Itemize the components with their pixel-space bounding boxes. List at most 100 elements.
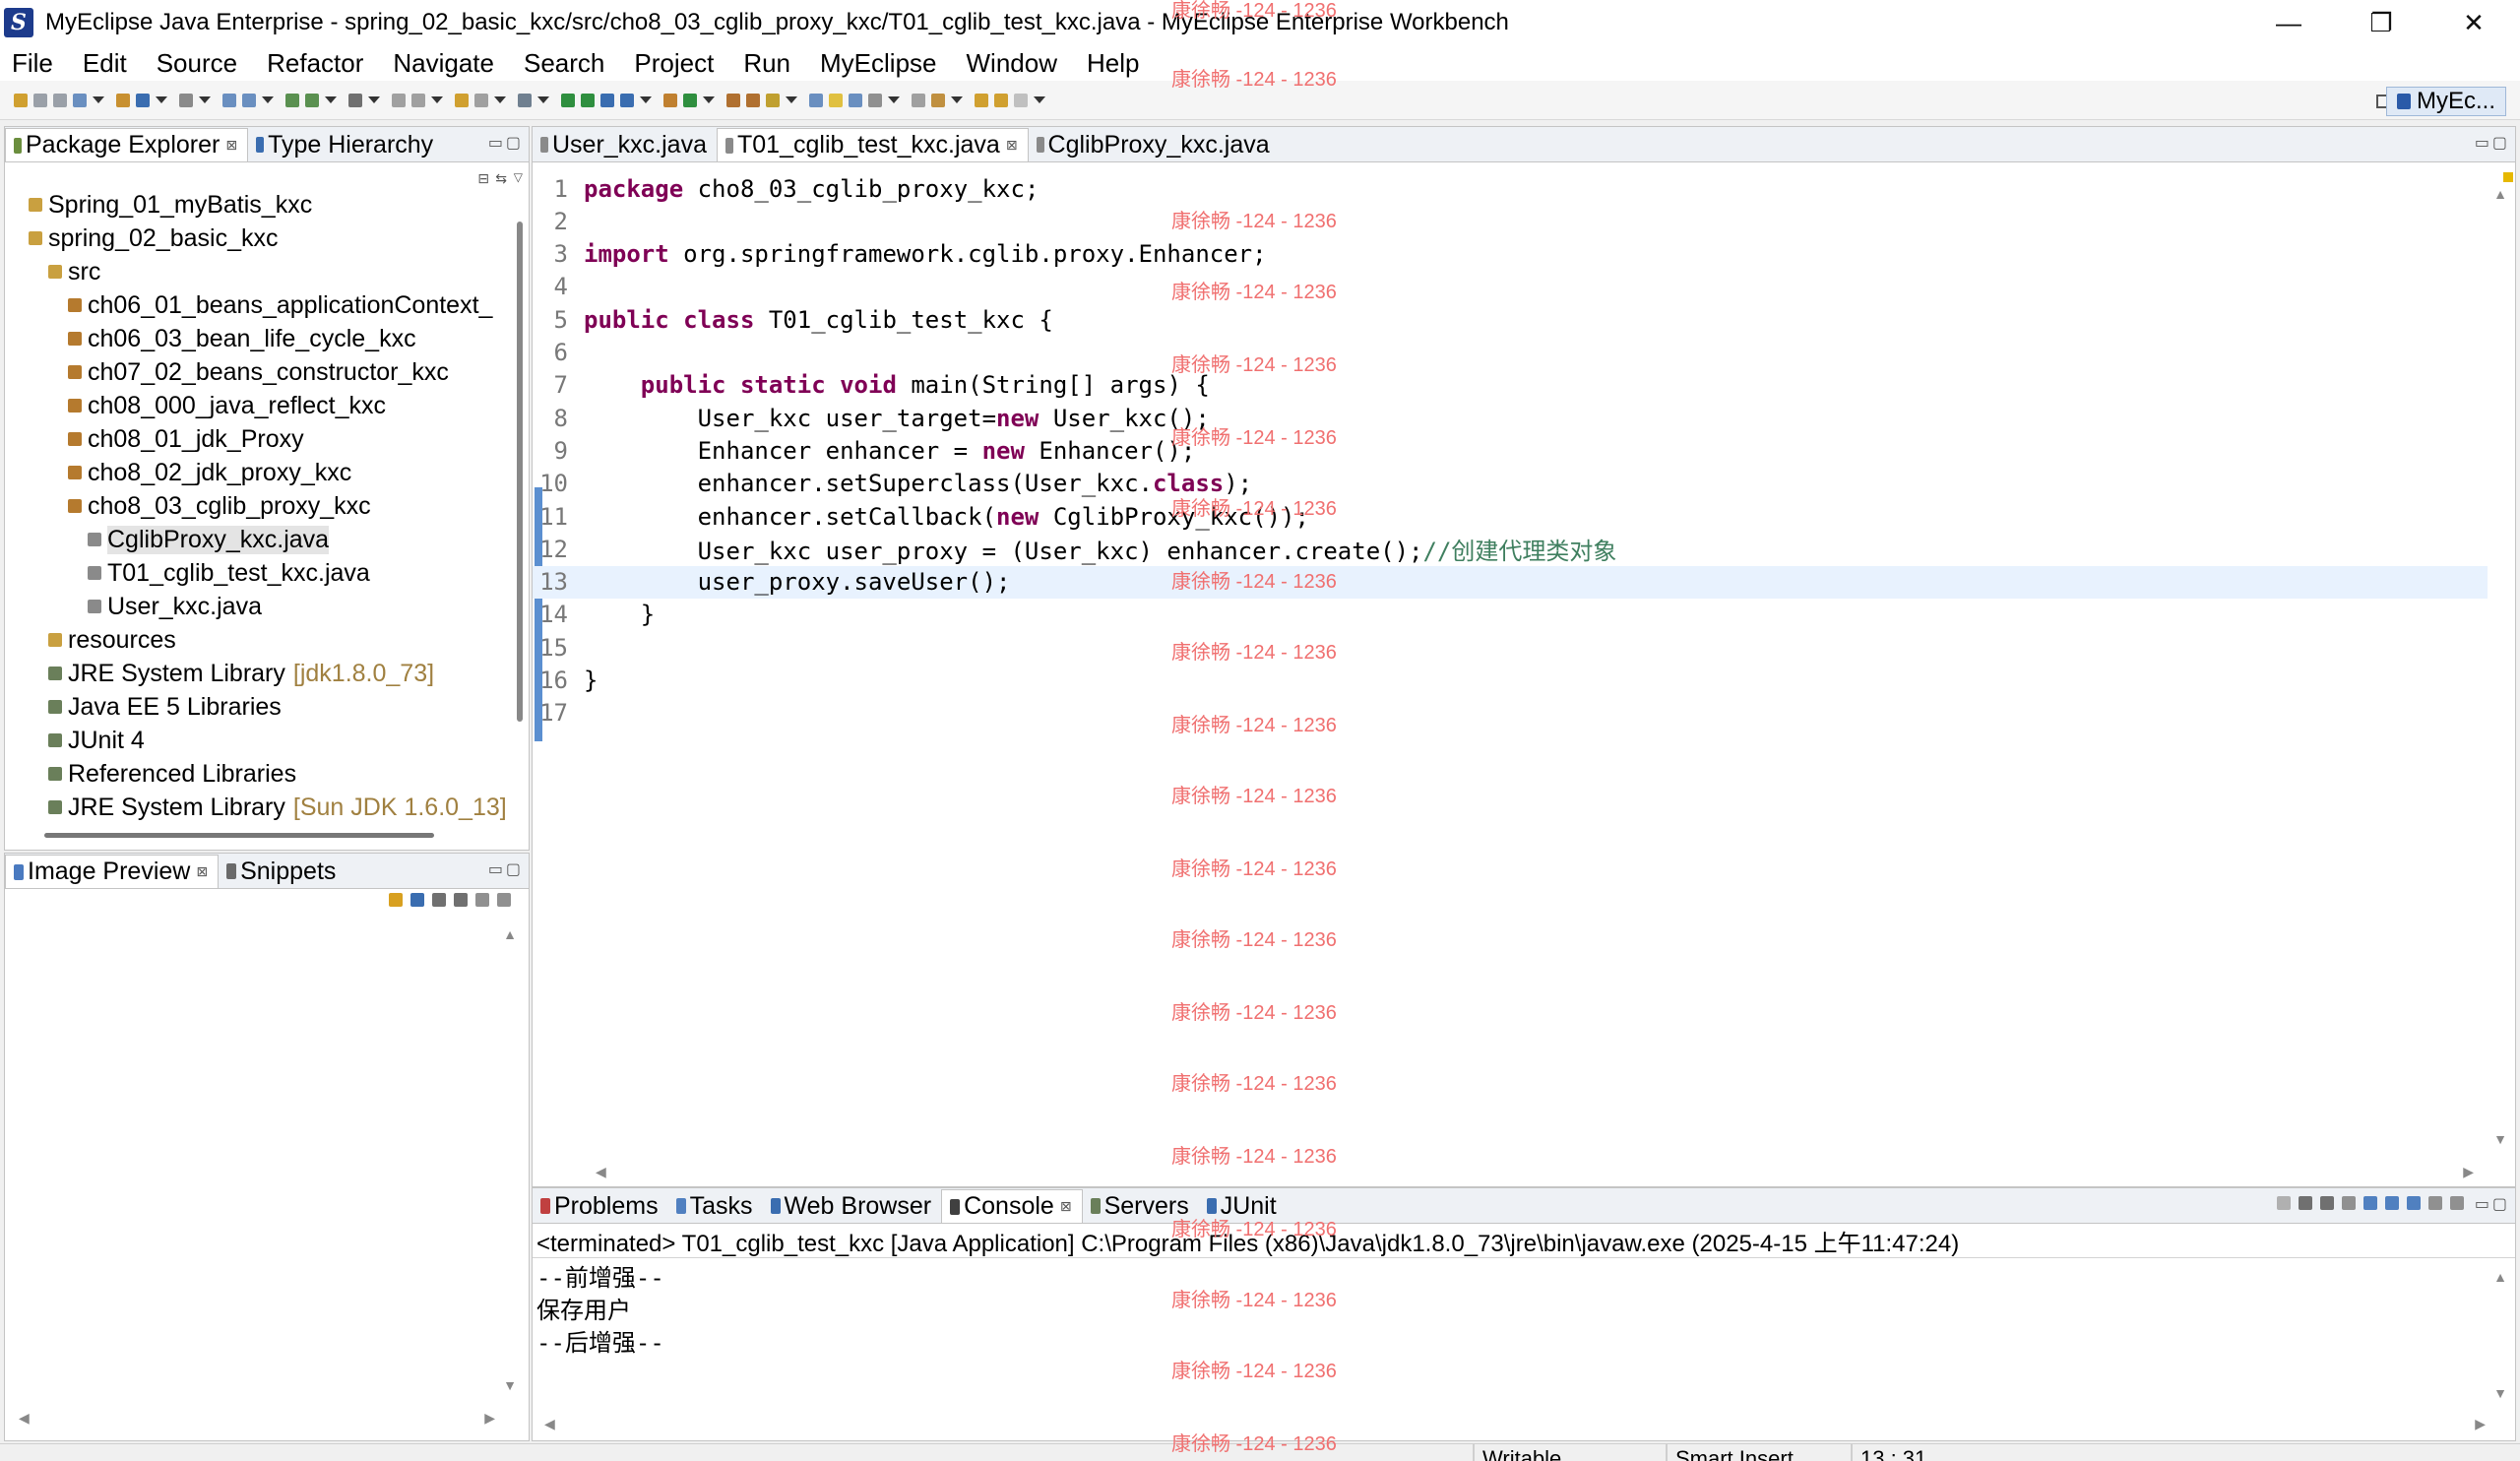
menu-project[interactable]: Project bbox=[634, 48, 714, 79]
tree-vertical-scrollbar[interactable] bbox=[517, 222, 523, 722]
menu-window[interactable]: Window bbox=[967, 48, 1057, 79]
launch-tool-icon[interactable] bbox=[620, 93, 634, 107]
menu-refactor[interactable]: Refactor bbox=[267, 48, 363, 79]
tree-item[interactable]: JRE System Library [jdk1.8.0_73] bbox=[5, 657, 507, 690]
view-menu-icon[interactable]: ▽ bbox=[514, 170, 523, 184]
tab-package-explorer[interactable]: Package Explorer ⊠ bbox=[5, 128, 249, 161]
annotation-tool-icon[interactable] bbox=[766, 93, 780, 107]
debug-tool-icon[interactable] bbox=[222, 93, 236, 107]
deploy-dropdown-icon[interactable] bbox=[537, 96, 549, 103]
forward-dropdown-icon[interactable] bbox=[1034, 96, 1045, 103]
open-type-tool-icon[interactable] bbox=[683, 93, 697, 107]
display-console-icon[interactable] bbox=[2428, 1196, 2442, 1210]
close-button[interactable]: ✕ bbox=[2427, 0, 2520, 45]
tab-tasks[interactable]: Tasks bbox=[668, 1189, 763, 1223]
tab-junit[interactable]: JUnit bbox=[1199, 1189, 1287, 1223]
annotation-dropdown-icon[interactable] bbox=[786, 96, 797, 103]
navigation-tool-icon[interactable] bbox=[809, 93, 823, 107]
server-dropdown-icon[interactable] bbox=[494, 96, 506, 103]
tree-item[interactable]: ch06_01_beans_applicationContext_ bbox=[5, 288, 507, 322]
search-tool-icon[interactable] bbox=[348, 93, 362, 107]
close-tab-icon[interactable]: ⊠ bbox=[1006, 137, 1018, 154]
tree-item[interactable]: src bbox=[5, 255, 507, 288]
new-tool-icon[interactable] bbox=[73, 93, 87, 107]
tree-horizontal-scrollbar[interactable] bbox=[44, 833, 434, 838]
tasks-tool-icon[interactable] bbox=[392, 93, 406, 107]
rotate-icon[interactable] bbox=[497, 893, 511, 907]
scroll-down-arrow-icon[interactable]: ▼ bbox=[503, 1377, 517, 1393]
tree-item[interactable]: cho8_03_cglib_proxy_kxc bbox=[5, 489, 507, 523]
scroll-right-arrow-icon[interactable]: ▶ bbox=[2475, 1416, 2486, 1432]
menu-help[interactable]: Help bbox=[1087, 48, 1139, 79]
deploy-tool-icon[interactable] bbox=[518, 93, 532, 107]
tasks-dropdown-icon[interactable] bbox=[431, 96, 443, 103]
tree-item[interactable]: User_kxc.java bbox=[5, 590, 507, 623]
tree-item[interactable]: Java EE 5 Libraries bbox=[5, 690, 507, 724]
open-console-icon[interactable] bbox=[2450, 1196, 2464, 1210]
menu-run[interactable]: Run bbox=[743, 48, 790, 79]
maximize-view-icon[interactable]: ▢ bbox=[2492, 1194, 2507, 1214]
tree-item[interactable]: JUnit 4 bbox=[5, 724, 507, 757]
new-dropdown-icon[interactable] bbox=[93, 96, 104, 103]
launch-tool-icon[interactable] bbox=[581, 93, 595, 107]
print-dropdown-icon[interactable] bbox=[199, 96, 211, 103]
load-image-icon[interactable] bbox=[389, 893, 403, 907]
navigation-dropdown-icon[interactable] bbox=[888, 96, 900, 103]
tasks-tool-icon[interactable] bbox=[411, 93, 425, 107]
menu-source[interactable]: Source bbox=[157, 48, 237, 79]
history-tool-icon[interactable] bbox=[931, 93, 945, 107]
scroll-left-arrow-icon[interactable]: ◀ bbox=[596, 1164, 606, 1180]
save-tool-icon[interactable] bbox=[136, 93, 150, 107]
annotation-tool-icon[interactable] bbox=[726, 93, 740, 107]
scroll-up-arrow-icon[interactable]: ▲ bbox=[2493, 1269, 2507, 1285]
open-type-tool-icon[interactable] bbox=[663, 93, 677, 107]
minimize-button[interactable]: — bbox=[2242, 0, 2335, 45]
menu-navigate[interactable]: Navigate bbox=[393, 48, 494, 79]
pin-console-icon[interactable] bbox=[2407, 1196, 2421, 1210]
tab-problems[interactable]: Problems bbox=[533, 1189, 668, 1223]
print-tool-icon[interactable] bbox=[179, 93, 193, 107]
tab-web-browser[interactable]: Web Browser bbox=[763, 1189, 942, 1223]
menu-edit[interactable]: Edit bbox=[83, 48, 127, 79]
tree-item[interactable]: CglibProxy_kxc.java bbox=[5, 523, 507, 556]
tree-item[interactable]: T01_cglib_test_kxc.java bbox=[5, 556, 507, 590]
collapse-all-icon[interactable]: ⊟ bbox=[477, 170, 489, 187]
launch-tool-icon[interactable] bbox=[600, 93, 614, 107]
save-dropdown-icon[interactable] bbox=[156, 96, 167, 103]
debug-tool-icon[interactable] bbox=[242, 93, 256, 107]
annotation-tool-icon[interactable] bbox=[746, 93, 760, 107]
link-with-editor-icon[interactable]: ⇆ bbox=[495, 170, 507, 187]
scroll-right-arrow-icon[interactable]: ▶ bbox=[484, 1410, 495, 1427]
tree-item[interactable]: ch08_01_jdk_Proxy bbox=[5, 422, 507, 456]
overview-warning-marker[interactable] bbox=[2503, 172, 2513, 182]
tree-item[interactable]: ch07_02_beans_constructor_kxc bbox=[5, 355, 507, 389]
close-tab-icon[interactable]: ⊠ bbox=[196, 863, 208, 880]
menu-myeclipse[interactable]: MyEclipse bbox=[820, 48, 936, 79]
tree-item[interactable]: cho8_02_jdk_proxy_kxc bbox=[5, 456, 507, 489]
navigation-tool-icon[interactable] bbox=[868, 93, 882, 107]
scroll-left-arrow-icon[interactable]: ◀ bbox=[544, 1416, 555, 1432]
remove-all-icon[interactable] bbox=[2320, 1196, 2334, 1210]
new-tool-icon[interactable] bbox=[53, 93, 67, 107]
tab-t01-cglib-test-kxc-java[interactable]: T01_cglib_test_kxc.java ⊠ bbox=[717, 128, 1029, 161]
zoom-in-icon[interactable] bbox=[454, 893, 468, 907]
forward-tool-icon[interactable] bbox=[1014, 93, 1028, 107]
debug-dropdown-icon[interactable] bbox=[262, 96, 274, 103]
maximize-view-icon[interactable]: ▢ bbox=[506, 133, 521, 153]
open-type-dropdown-icon[interactable] bbox=[703, 96, 715, 103]
history-tool-icon[interactable] bbox=[912, 93, 925, 107]
navigation-tool-icon[interactable] bbox=[849, 93, 862, 107]
tab-type-hierarchy[interactable]: Type Hierarchy bbox=[248, 128, 443, 161]
zoom-out-icon[interactable] bbox=[432, 893, 446, 907]
history-dropdown-icon[interactable] bbox=[951, 96, 963, 103]
scroll-left-arrow-icon[interactable]: ◀ bbox=[19, 1410, 30, 1427]
scroll-down-arrow-icon[interactable]: ▼ bbox=[2493, 1131, 2507, 1147]
server-tool-icon[interactable] bbox=[474, 93, 488, 107]
tab-snippets[interactable]: Snippets bbox=[219, 855, 346, 888]
tab-user-kxc-java[interactable]: User_kxc.java bbox=[533, 128, 717, 161]
tree-item[interactable]: Spring_01_myBatis_kxc bbox=[5, 188, 507, 222]
tab-servers[interactable]: Servers bbox=[1083, 1189, 1199, 1223]
menu-file[interactable]: File bbox=[12, 48, 53, 79]
tab-cglibproxy-kxc-java[interactable]: CglibProxy_kxc.java bbox=[1029, 128, 1280, 161]
scroll-up-arrow-icon[interactable]: ▲ bbox=[503, 926, 517, 942]
